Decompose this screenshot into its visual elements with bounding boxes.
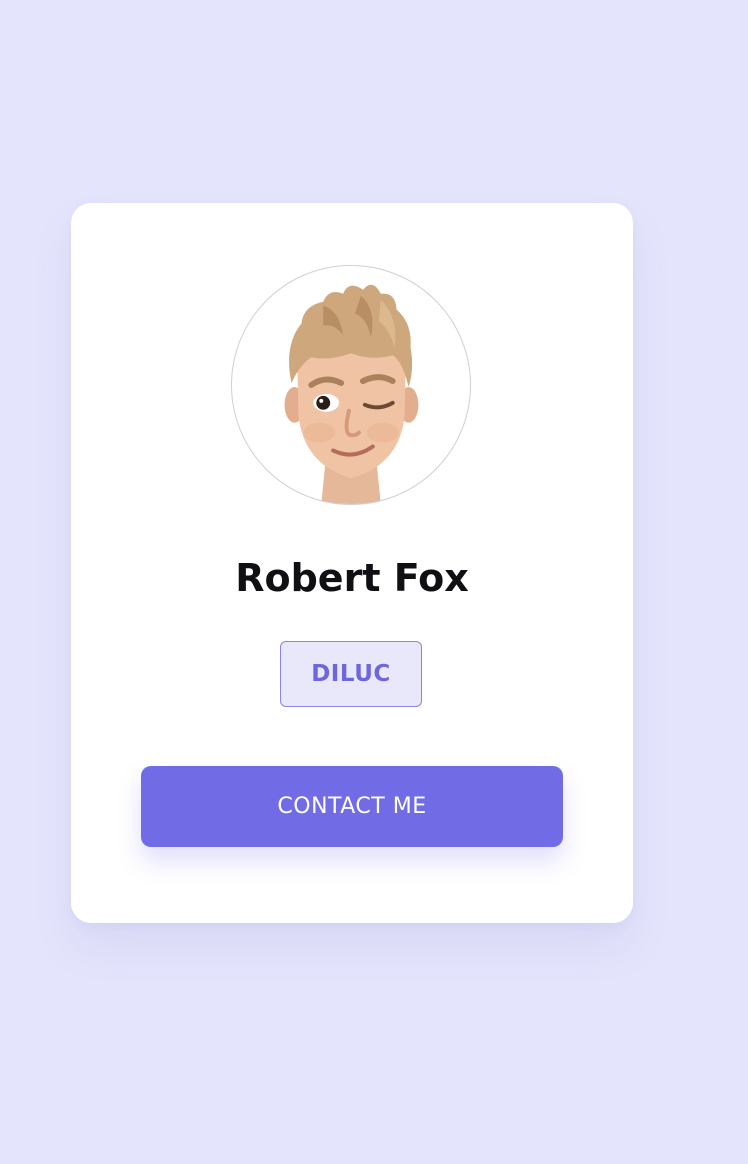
memoji-avatar-icon	[284, 284, 419, 504]
contact-me-button[interactable]: CONTACT ME	[141, 766, 563, 847]
profile-tag-badge[interactable]: DILUC	[280, 641, 422, 707]
page-background: Robert Fox DILUC CONTACT ME	[0, 0, 748, 1164]
avatar	[231, 265, 471, 505]
profile-card: Robert Fox DILUC CONTACT ME	[71, 203, 633, 923]
profile-name: Robert Fox	[235, 556, 469, 600]
